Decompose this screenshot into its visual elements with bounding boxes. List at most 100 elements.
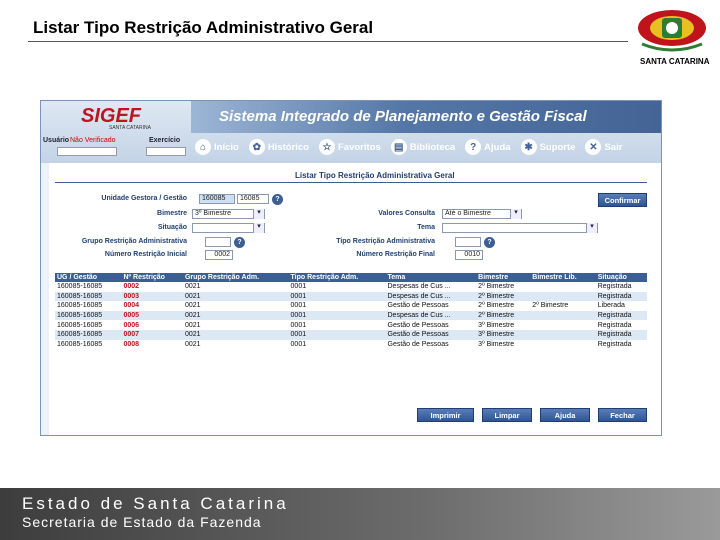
valores-select[interactable]: Até o Bimestre — [442, 209, 522, 219]
user-bar: Usuário Não Verificado Exercício — [41, 137, 191, 156]
main-nav: ⌂ Início ✿ Histórico ☆ Favoritos ▤ Bibliotec… — [191, 135, 661, 159]
gestao-field[interactable]: 16085 — [237, 194, 269, 204]
table-cell: 0004 — [123, 302, 140, 310]
table-row[interactable]: 160085-16085 0006 0021 0001 Gestão de Pessoa… — [55, 320, 647, 330]
nav-favorites[interactable]: ☆ Favoritos — [319, 139, 381, 155]
nav-history[interactable]: ✿ Histórico — [248, 139, 309, 155]
slide-title: Listar Tipo Restrição Administrativo Ger… — [33, 18, 374, 37]
table-body: 160085-16085 0002 0021 0001 Despesas de Cus … — [55, 282, 647, 349]
col-numero[interactable]: Nº Restrição — [121, 273, 183, 282]
table-row[interactable]: 160085-16085 0008 0021 0001 Gestão de Pessoa… — [55, 340, 647, 350]
table-cell: 0021 — [182, 329, 289, 340]
unidade-help-icon[interactable]: ? — [272, 194, 283, 205]
table-cell: Registrada — [597, 340, 632, 348]
table-row[interactable]: 160085-16085 0002 0021 0001 Despesas de Cus … — [55, 282, 647, 292]
tipo-help-icon[interactable]: ? — [484, 237, 495, 248]
col-tipo[interactable]: Tipo Restrição Adm. — [288, 273, 386, 282]
home-icon: ⌂ — [195, 139, 211, 155]
table-cell — [530, 340, 595, 350]
table-cell: 160085-16085 — [57, 283, 103, 291]
col-ug[interactable]: UG / Gestão — [55, 273, 122, 282]
bimestre-select[interactable]: 3º Bimestre — [192, 209, 265, 219]
footer-secretariat: Secretaria de Estado da Fazenda — [22, 514, 262, 530]
table-cell: 0001 — [290, 283, 307, 291]
nav-exit[interactable]: ✕ Sair — [585, 139, 622, 155]
table-cell: Gestão de Pessoas — [387, 340, 449, 348]
table-cell: 0021 — [184, 321, 201, 329]
nav-library[interactable]: ▤ Biblioteca — [390, 139, 455, 155]
num-final-field[interactable]: 0010 — [455, 250, 483, 260]
nav-label: Sair — [604, 141, 623, 153]
table-cell: 0021 — [184, 302, 201, 310]
table-cell: 0002 — [123, 283, 140, 291]
clear-button[interactable]: Limpar — [482, 408, 532, 422]
confirm-button[interactable]: Confirmar — [598, 193, 647, 207]
tema-label: Tema — [417, 224, 435, 231]
table-cell — [530, 282, 595, 292]
section-title: Listar Tipo Restrição Administrativa Ger… — [55, 171, 647, 183]
col-situacao[interactable]: Situação — [595, 273, 647, 282]
table-cell: Registrada — [597, 283, 632, 291]
unidade-field[interactable]: 160085 — [199, 194, 235, 204]
table-cell — [530, 329, 596, 340]
situacao-label: Situação — [157, 224, 187, 231]
book-icon: ▤ — [390, 139, 407, 155]
table-cell: Registrada — [595, 291, 647, 302]
user-field[interactable] — [57, 147, 117, 156]
content-area: Listar Tipo Restrição Administrativa Ger… — [55, 167, 651, 433]
nav-help[interactable]: ? Ajuda — [465, 139, 511, 155]
user-label: Usuário — [43, 137, 70, 144]
table-cell: 160085-16085 — [57, 321, 103, 329]
table-row[interactable]: 160085-16085 0004 0021 0001 Gestão de Pessoa… — [55, 301, 647, 311]
table-cell: 0007 — [121, 329, 183, 340]
situacao-select[interactable] — [192, 223, 265, 233]
table-cell: 0005 — [121, 310, 183, 321]
valores-label: Valores Consulta — [378, 210, 435, 217]
banner-title: Sistema Integrado de Planejamento e Gest… — [219, 108, 587, 125]
print-button[interactable]: Imprimir — [417, 408, 474, 422]
table-cell: 3º Bimestre — [478, 321, 515, 329]
table-row[interactable]: 160085-16085 0003 0021 0001 Despesas de Cus … — [55, 291, 647, 302]
table-row[interactable]: 160085-16085 0007 0021 0001 Gestão de Pessoa… — [55, 329, 647, 340]
table-cell: Liberada — [597, 302, 625, 310]
table-cell: Registrada — [595, 329, 647, 340]
brand-subtitle: SANTA CATARINA — [109, 125, 151, 131]
results-table: UG / Gestão Nº Restrição Grupo Restrição… — [55, 273, 647, 349]
nav-support[interactable]: ✱ Suporte — [520, 139, 575, 155]
col-bimestre-lib[interactable]: Bimestre Lib. — [530, 273, 596, 282]
table-cell: 160085-16085 — [57, 302, 103, 310]
col-grupo[interactable]: Grupo Restrição Adm. — [182, 273, 289, 282]
col-tema[interactable]: Tema — [385, 273, 477, 282]
table-cell: 3º Bimestre — [478, 340, 515, 348]
table-cell — [530, 291, 596, 302]
table-cell: 0001 — [288, 310, 386, 321]
nav-home[interactable]: ⌂ Início — [195, 139, 239, 155]
num-inicial-field[interactable]: 0002 — [205, 250, 233, 260]
table-cell: 160085-16085 — [55, 310, 122, 321]
table-cell: 160085-16085 — [55, 329, 122, 340]
table-cell: 0001 — [288, 291, 386, 302]
table-cell: Registrada — [597, 321, 632, 329]
tema-select[interactable] — [442, 223, 598, 233]
bimestre-label: Bimestre — [157, 210, 187, 217]
footer-state: Estado de Santa Catarina — [22, 494, 289, 513]
table-cell: 2º Bimestre — [532, 302, 569, 310]
system-banner: Sistema Integrado de Planejamento e Gest… — [191, 101, 661, 133]
tipo-label: Tipo Restrição Administrativa — [336, 238, 435, 245]
grupo-field[interactable] — [205, 237, 231, 247]
num-final-label: Número Restrição Final — [356, 251, 435, 258]
table-row[interactable]: 160085-16085 0005 0021 0001 Despesas de Cus … — [55, 310, 647, 321]
side-toggle-strip[interactable] — [41, 163, 49, 435]
table-cell: Gestão de Pessoas — [385, 329, 477, 340]
tipo-field[interactable] — [455, 237, 481, 247]
grupo-help-icon[interactable]: ? — [234, 237, 245, 248]
close-button[interactable]: Fechar — [598, 408, 647, 422]
exercise-select[interactable] — [146, 147, 186, 156]
table-cell: Registrada — [595, 310, 647, 321]
history-icon: ✿ — [248, 139, 265, 155]
col-bimestre[interactable]: Bimestre — [476, 273, 531, 282]
help-button[interactable]: Ajuda — [540, 408, 590, 422]
table-cell: 0001 — [290, 340, 307, 348]
table-cell: Gestão de Pessoas — [387, 302, 449, 310]
slide-footer: Estado de Santa Catarina Secretaria de E… — [0, 488, 720, 540]
